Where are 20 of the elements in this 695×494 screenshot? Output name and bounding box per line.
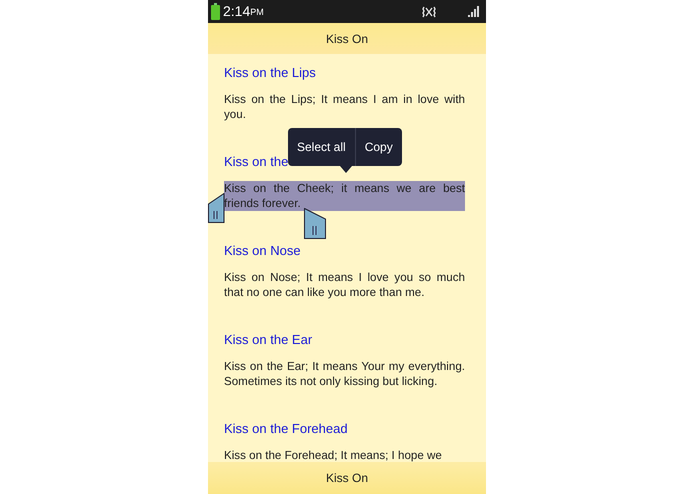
menu-item[interactable]: Select all (288, 128, 355, 166)
entry-heading: Kiss on the (224, 153, 288, 171)
vibrate-mute-icon (422, 6, 436, 18)
entry-paragraph: Kiss on the Ear; It means Your my everything. Sometimes its not only kissing but licking. (224, 359, 465, 389)
battery-icon (211, 3, 220, 20)
menu-item[interactable]: Copy (354, 128, 402, 166)
title-bar: Kiss On (208, 23, 486, 54)
entry-heading: Kiss on Nose (224, 242, 301, 260)
entry-paragraph: Kiss on the Forehead; It means; I hope we (224, 448, 443, 462)
entry-paragraph: Kiss on the Lips; It means I am in love with you. (224, 92, 465, 122)
signal-icon (468, 6, 480, 17)
entry-heading: Kiss on the Ear (224, 331, 312, 349)
bottom-bar: Kiss On (208, 462, 486, 494)
selection-handle-icon[interactable] (304, 208, 326, 239)
selected-paragraph: Kiss on the Cheek; it means we are best friends forever. (224, 181, 465, 211)
status-ampm: PM (250, 6, 264, 20)
status-time: 2:14 (223, 2, 250, 21)
entry-paragraph: Kiss on Nose; It means I love you so much that no one can like you more than me. (224, 270, 465, 300)
entry-heading: Kiss on the Forehead (224, 420, 348, 438)
entry-heading: Kiss on the Lips (224, 64, 316, 82)
